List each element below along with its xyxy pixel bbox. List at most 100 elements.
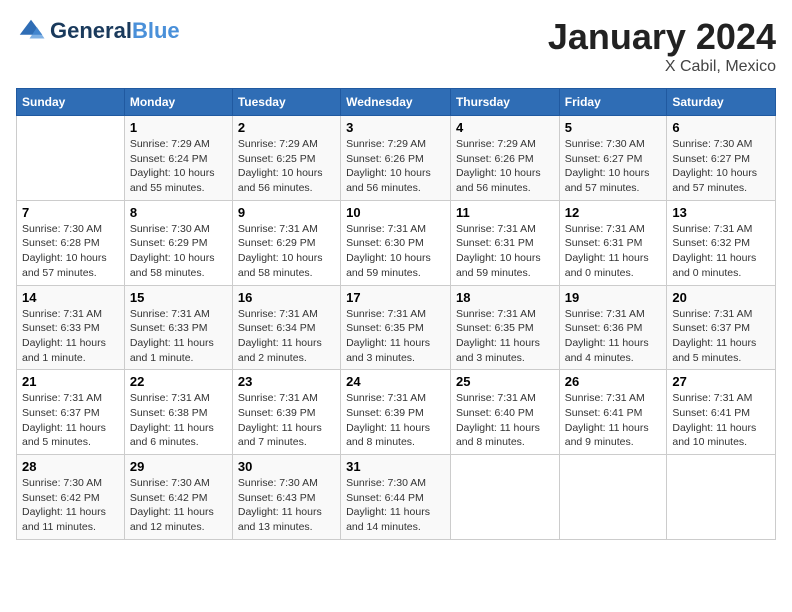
day-number: 13: [672, 205, 770, 220]
day-number: 23: [238, 374, 335, 389]
day-cell: [667, 455, 776, 540]
day-info: Sunrise: 7:31 AM Sunset: 6:41 PM Dayligh…: [672, 391, 770, 450]
day-cell: 16 Sunrise: 7:31 AM Sunset: 6:34 PM Dayli…: [232, 285, 340, 370]
week-row-2: 14Sunrise: 7:31 AM Sunset: 6:33 PM Dayli…: [17, 285, 776, 370]
day-number: 4: [456, 120, 554, 135]
day-cell: 5 Sunrise: 7:30 AM Sunset: 6:27 PM Daylig…: [559, 116, 667, 201]
day-info: Sunrise: 7:31 AM Sunset: 6:36 PM Dayligh…: [565, 307, 662, 366]
week-row-4: 28Sunrise: 7:30 AM Sunset: 6:42 PM Dayli…: [17, 455, 776, 540]
day-cell: 10Sunrise: 7:31 AM Sunset: 6:30 PM Dayli…: [341, 200, 451, 285]
day-number: 2: [238, 120, 335, 135]
day-info: Sunrise: 7:31 AM Sunset: 6:39 PM Dayligh…: [346, 391, 445, 450]
day-number: 6: [672, 120, 770, 135]
day-cell: 18 Sunrise: 7:31 AM Sunset: 6:35 PM Dayli…: [450, 285, 559, 370]
day-cell: 7 Sunrise: 7:30 AM Sunset: 6:28 PM Daylig…: [17, 200, 125, 285]
day-cell: [559, 455, 667, 540]
day-number: 19: [565, 290, 662, 305]
day-cell: 21 Sunrise: 7:31 AM Sunset: 6:37 PM Dayli…: [17, 370, 125, 455]
day-info: Sunrise: 7:30 AM Sunset: 6:29 PM Dayligh…: [130, 222, 227, 281]
day-info: Sunrise: 7:31 AM Sunset: 6:38 PM Dayligh…: [130, 391, 227, 450]
day-info: Sunrise: 7:31 AM Sunset: 6:37 PM Dayligh…: [672, 307, 770, 366]
day-info: Sunrise: 7:31 AM Sunset: 6:40 PM Dayligh…: [456, 391, 554, 450]
weekday-saturday: Saturday: [667, 89, 776, 116]
day-number: 21: [22, 374, 119, 389]
day-info: Sunrise: 7:31 AM Sunset: 6:34 PM Dayligh…: [238, 307, 335, 366]
title-block: January 2024 X Cabil, Mexico: [548, 16, 776, 76]
day-cell: 29 Sunrise: 7:30 AM Sunset: 6:42 PM Dayli…: [124, 455, 232, 540]
day-number: 24: [346, 374, 445, 389]
day-cell: 25 Sunrise: 7:31 AM Sunset: 6:40 PM Dayli…: [450, 370, 559, 455]
day-cell: 24 Sunrise: 7:31 AM Sunset: 6:39 PM Dayli…: [341, 370, 451, 455]
day-number: 27: [672, 374, 770, 389]
weekday-tuesday: Tuesday: [232, 89, 340, 116]
calendar-header: SundayMondayTuesdayWednesdayThursdayFrid…: [17, 89, 776, 116]
day-number: 7: [22, 205, 119, 220]
day-number: 5: [565, 120, 662, 135]
location: X Cabil, Mexico: [548, 58, 776, 76]
day-number: 15: [130, 290, 227, 305]
day-number: 31: [346, 459, 445, 474]
logo: General Blue: [16, 16, 180, 46]
day-info: Sunrise: 7:31 AM Sunset: 6:32 PM Dayligh…: [672, 222, 770, 281]
day-number: 18: [456, 290, 554, 305]
day-number: 1: [130, 120, 227, 135]
day-number: 3: [346, 120, 445, 135]
day-info: Sunrise: 7:30 AM Sunset: 6:28 PM Dayligh…: [22, 222, 119, 281]
day-cell: 22 Sunrise: 7:31 AM Sunset: 6:38 PM Dayli…: [124, 370, 232, 455]
page-header: General Blue January 2024 X Cabil, Mexic…: [16, 16, 776, 76]
calendar-table: SundayMondayTuesdayWednesdayThursdayFrid…: [16, 88, 776, 540]
weekday-friday: Friday: [559, 89, 667, 116]
day-cell: 17 Sunrise: 7:31 AM Sunset: 6:35 PM Dayli…: [341, 285, 451, 370]
day-number: 22: [130, 374, 227, 389]
day-info: Sunrise: 7:31 AM Sunset: 6:35 PM Dayligh…: [346, 307, 445, 366]
day-number: 8: [130, 205, 227, 220]
week-row-1: 7 Sunrise: 7:30 AM Sunset: 6:28 PM Daylig…: [17, 200, 776, 285]
day-cell: 28Sunrise: 7:30 AM Sunset: 6:42 PM Dayli…: [17, 455, 125, 540]
day-number: 16: [238, 290, 335, 305]
day-info: Sunrise: 7:31 AM Sunset: 6:41 PM Dayligh…: [565, 391, 662, 450]
day-info: Sunrise: 7:30 AM Sunset: 6:42 PM Dayligh…: [130, 476, 227, 535]
day-cell: 1 Sunrise: 7:29 AM Sunset: 6:24 PM Daylig…: [124, 116, 232, 201]
day-cell: 15 Sunrise: 7:31 AM Sunset: 6:33 PM Dayli…: [124, 285, 232, 370]
day-cell: 12Sunrise: 7:31 AM Sunset: 6:31 PM Dayli…: [559, 200, 667, 285]
week-row-3: 21 Sunrise: 7:31 AM Sunset: 6:37 PM Dayli…: [17, 370, 776, 455]
day-info: Sunrise: 7:31 AM Sunset: 6:31 PM Dayligh…: [565, 222, 662, 281]
calendar-body: 1 Sunrise: 7:29 AM Sunset: 6:24 PM Daylig…: [17, 116, 776, 540]
day-cell: 23Sunrise: 7:31 AM Sunset: 6:39 PM Dayli…: [232, 370, 340, 455]
day-cell: 3 Sunrise: 7:29 AM Sunset: 6:26 PM Daylig…: [341, 116, 451, 201]
day-cell: 20 Sunrise: 7:31 AM Sunset: 6:37 PM Dayli…: [667, 285, 776, 370]
day-cell: 11 Sunrise: 7:31 AM Sunset: 6:31 PM Dayli…: [450, 200, 559, 285]
day-info: Sunrise: 7:29 AM Sunset: 6:26 PM Dayligh…: [456, 137, 554, 196]
day-cell: 31Sunrise: 7:30 AM Sunset: 6:44 PM Dayli…: [341, 455, 451, 540]
day-cell: 8 Sunrise: 7:30 AM Sunset: 6:29 PM Daylig…: [124, 200, 232, 285]
day-cell: 6Sunrise: 7:30 AM Sunset: 6:27 PM Daylig…: [667, 116, 776, 201]
day-number: 29: [130, 459, 227, 474]
day-info: Sunrise: 7:29 AM Sunset: 6:25 PM Dayligh…: [238, 137, 335, 196]
weekday-header-row: SundayMondayTuesdayWednesdayThursdayFrid…: [17, 89, 776, 116]
day-info: Sunrise: 7:31 AM Sunset: 6:31 PM Dayligh…: [456, 222, 554, 281]
day-info: Sunrise: 7:31 AM Sunset: 6:35 PM Dayligh…: [456, 307, 554, 366]
day-cell: 13 Sunrise: 7:31 AM Sunset: 6:32 PM Dayli…: [667, 200, 776, 285]
day-number: 9: [238, 205, 335, 220]
day-info: Sunrise: 7:30 AM Sunset: 6:43 PM Dayligh…: [238, 476, 335, 535]
day-cell: 27 Sunrise: 7:31 AM Sunset: 6:41 PM Dayli…: [667, 370, 776, 455]
logo-icon: [16, 16, 46, 46]
day-info: Sunrise: 7:31 AM Sunset: 6:37 PM Dayligh…: [22, 391, 119, 450]
day-info: Sunrise: 7:30 AM Sunset: 6:27 PM Dayligh…: [565, 137, 662, 196]
day-number: 25: [456, 374, 554, 389]
day-cell: [450, 455, 559, 540]
day-info: Sunrise: 7:29 AM Sunset: 6:24 PM Dayligh…: [130, 137, 227, 196]
day-info: Sunrise: 7:31 AM Sunset: 6:33 PM Dayligh…: [130, 307, 227, 366]
day-info: Sunrise: 7:30 AM Sunset: 6:42 PM Dayligh…: [22, 476, 119, 535]
day-number: 11: [456, 205, 554, 220]
week-row-0: 1 Sunrise: 7:29 AM Sunset: 6:24 PM Daylig…: [17, 116, 776, 201]
weekday-sunday: Sunday: [17, 89, 125, 116]
day-cell: [17, 116, 125, 201]
day-cell: 4 Sunrise: 7:29 AM Sunset: 6:26 PM Daylig…: [450, 116, 559, 201]
logo-general: General: [50, 19, 132, 43]
day-number: 20: [672, 290, 770, 305]
weekday-monday: Monday: [124, 89, 232, 116]
day-number: 17: [346, 290, 445, 305]
month-title: January 2024: [548, 16, 776, 58]
day-info: Sunrise: 7:29 AM Sunset: 6:26 PM Dayligh…: [346, 137, 445, 196]
